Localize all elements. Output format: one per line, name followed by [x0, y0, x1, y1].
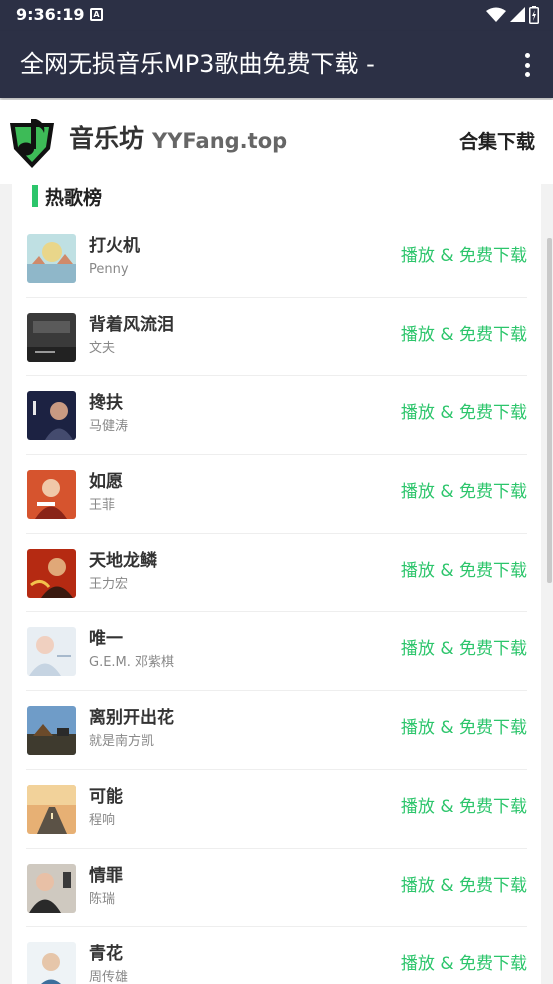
- song-artist: Penny: [89, 262, 129, 277]
- song-artist: 王菲: [89, 498, 116, 514]
- song-title: 打火机: [89, 236, 140, 256]
- play-download-link[interactable]: 播放 & 免费下载: [401, 245, 527, 267]
- song-title: 搀扶: [89, 393, 123, 414]
- song-artist: 程响: [89, 812, 116, 828]
- scrollbar[interactable]: [547, 238, 552, 583]
- brand-domain: YYFang.top: [152, 129, 288, 153]
- song-artist: 陈瑞: [89, 891, 116, 907]
- album-cover: [27, 706, 76, 756]
- list-item[interactable]: 唯一 G.E.M. 邓紫棋 播放 & 免费下载: [26, 612, 527, 692]
- album-cover: [27, 784, 76, 834]
- song-artist: 王力宏: [89, 576, 129, 592]
- song-title: 情罪: [89, 865, 123, 886]
- list-item[interactable]: 离别开出花 就是南方凯 播放 & 免费下载: [26, 691, 527, 770]
- section-accent-bar: [32, 185, 38, 207]
- battery-icon: [529, 6, 539, 24]
- status-bar: 9:36:19 A: [0, 0, 553, 31]
- song-title: 青花: [89, 944, 123, 965]
- album-cover: [27, 548, 76, 598]
- play-download-link[interactable]: 播放 & 免费下载: [401, 717, 527, 739]
- more-vert-icon-dot: [524, 53, 530, 58]
- song-artist: 就是南方凯: [89, 734, 155, 750]
- song-artist: 周传雄: [89, 970, 129, 984]
- app-bar: 全网无损音乐MP3歌曲免费下载 -: [0, 31, 553, 98]
- list-item[interactable]: 天地龙鳞 王力宏 播放 & 免费下载: [26, 534, 527, 613]
- collection-download-link[interactable]: 合集下载: [459, 129, 535, 155]
- status-time: 9:36:19: [16, 5, 85, 24]
- section-title-text: 热歌榜: [45, 186, 103, 209]
- play-download-link[interactable]: 播放 & 免费下载: [401, 638, 527, 660]
- app-notification-icon: A: [90, 8, 103, 21]
- song-list: 打火机 Penny 播放 & 免费下载 背着风流泪 文夫 播放 & 免费下载 搀…: [26, 219, 527, 984]
- more-vert-icon-dot: [524, 62, 530, 68]
- album-cover: [27, 234, 76, 283]
- list-item[interactable]: 如愿 王菲 播放 & 免费下载: [26, 455, 527, 534]
- song-artist: G.E.M. 邓紫棋: [89, 655, 175, 671]
- song-artist: 马健涛: [89, 419, 129, 435]
- brand-name: 音乐坊: [69, 124, 145, 153]
- list-item[interactable]: 搀扶 马健涛 播放 & 免费下载: [26, 376, 527, 456]
- list-item[interactable]: 青花 周传雄 播放 & 免费下载: [26, 927, 527, 984]
- list-item[interactable]: 可能 程响 播放 & 免费下载: [26, 770, 527, 849]
- section-title: 热歌榜: [32, 184, 103, 209]
- app-title: 全网无损音乐MP3歌曲免费下载 -: [20, 50, 375, 78]
- play-download-link[interactable]: 播放 & 免费下载: [401, 481, 527, 503]
- play-download-link[interactable]: 播放 & 免费下载: [401, 953, 527, 975]
- play-download-link[interactable]: 播放 & 免费下载: [401, 560, 527, 582]
- album-cover: [27, 470, 76, 520]
- list-item[interactable]: 情罪 陈瑞 播放 & 免费下载: [26, 849, 527, 928]
- play-download-link[interactable]: 播放 & 免费下载: [401, 324, 527, 346]
- album-cover: [27, 312, 76, 362]
- signal-icon: [510, 7, 525, 22]
- list-item[interactable]: 背着风流泪 文夫 播放 & 免费下载: [26, 298, 527, 377]
- album-cover: [27, 942, 76, 984]
- album-cover: [27, 391, 76, 441]
- play-download-link[interactable]: 播放 & 免费下载: [401, 796, 527, 818]
- song-title: 天地龙鳞: [89, 550, 157, 571]
- album-cover: [27, 863, 76, 913]
- song-title: 背着风流泪: [89, 314, 174, 335]
- status-icons: [486, 6, 539, 24]
- song-title: 可能: [89, 786, 123, 807]
- site-header: 音乐坊 YYFang.top 合集下载: [0, 100, 553, 184]
- song-title: 离别开出花: [89, 708, 174, 729]
- song-title: 如愿: [89, 472, 123, 493]
- song-title: 唯一: [89, 629, 123, 650]
- hot-songs-card: 热歌榜 打火机 Penny 播放 & 免费下载 背着风流泪 文夫 播放 & 免费…: [12, 184, 541, 984]
- song-artist: 文夫: [89, 340, 116, 356]
- more-vert-icon-dot: [524, 72, 530, 77]
- list-item[interactable]: 打火机 Penny 播放 & 免费下载: [26, 219, 527, 298]
- overflow-menu-button[interactable]: [515, 51, 539, 79]
- play-download-link[interactable]: 播放 & 免费下载: [401, 875, 527, 897]
- play-download-link[interactable]: 播放 & 免费下载: [401, 402, 527, 424]
- album-cover: [27, 627, 76, 677]
- music-note-logo-icon[interactable]: [6, 113, 58, 171]
- wifi-icon: [486, 7, 506, 22]
